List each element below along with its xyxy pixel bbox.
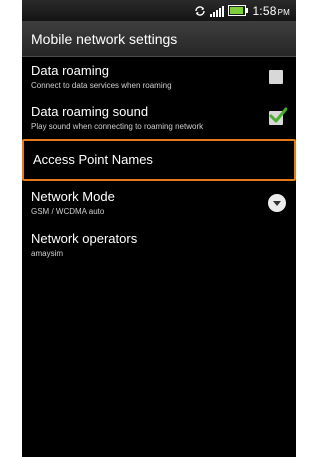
network-mode-item[interactable]: Network Mode GSM / WCDMA auto [22, 181, 296, 225]
phone-screen: 1:58PM Mobile network settings Data roam… [22, 0, 296, 457]
data-roaming-sound-checkbox[interactable] [269, 107, 287, 125]
page-title: Mobile network settings [22, 21, 296, 57]
clock: 1:58PM [252, 4, 290, 18]
access-point-names-item[interactable]: Access Point Names [22, 139, 296, 181]
item-title: Access Point Names [33, 152, 153, 167]
item-subtitle: amaysim [31, 249, 64, 258]
data-roaming-checkbox[interactable] [269, 70, 283, 84]
item-title: Data roaming sound [31, 104, 149, 119]
item-subtitle: Connect to data services when roaming [31, 81, 172, 90]
item-subtitle: GSM / WCDMA auto [31, 207, 105, 216]
sync-icon [194, 5, 206, 17]
item-title: Network operators [31, 231, 138, 246]
clock-time: 1:58 [252, 3, 277, 18]
signal-icon [210, 5, 225, 17]
network-operators-item[interactable]: Network operators amaysim [22, 225, 296, 265]
settings-list: Data roaming Connect to data services wh… [22, 57, 296, 265]
status-bar: 1:58PM [22, 0, 296, 21]
item-title: Data roaming [31, 63, 110, 78]
chevron-down-icon[interactable] [268, 194, 286, 212]
item-subtitle: Play sound when connecting to roaming ne… [31, 122, 204, 131]
battery-icon [228, 5, 249, 16]
clock-ampm: PM [277, 7, 290, 17]
data-roaming-item[interactable]: Data roaming Connect to data services wh… [22, 57, 296, 97]
data-roaming-sound-item[interactable]: Data roaming sound Play sound when conne… [22, 97, 296, 139]
item-title: Network Mode [31, 189, 115, 204]
checkmark-icon [269, 107, 287, 123]
